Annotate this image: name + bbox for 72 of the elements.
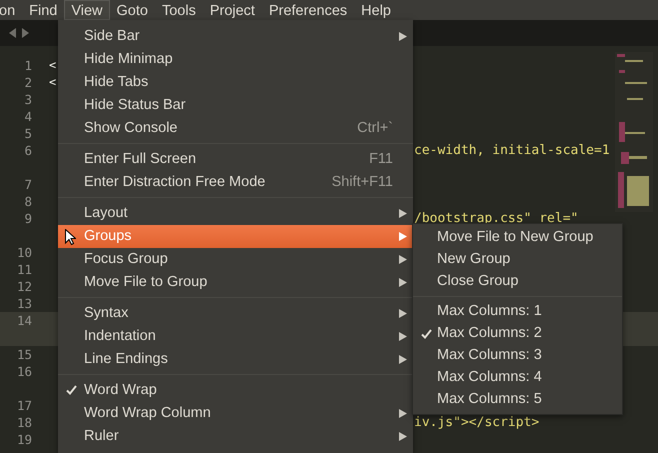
submenu-arrow-icon [399,278,407,287]
submenu-arrow-icon [399,255,407,264]
line-number: 2 [23,74,33,91]
submenu-arrow-icon [399,432,407,441]
line-number: 12 [16,278,33,295]
menu-item[interactable]: Hide Tabs [58,71,413,94]
shortcut-text: Shift+F11 [332,172,393,192]
menu-bar-item[interactable]: Preferences [262,0,354,20]
menu-bar-item[interactable]: Project [202,0,262,20]
line-number: 5 [23,125,33,142]
line-number: 19 [16,431,33,448]
menu-item[interactable]: Move File to Group [58,271,413,294]
menu-item[interactable]: Line Endings [58,348,413,371]
menu-item[interactable]: Close Group [413,271,622,293]
line-number: 11 [16,261,33,278]
menu-bar-item[interactable]: Help [354,0,398,20]
line-number: 8 [23,193,33,210]
menu-item[interactable]: Max Columns: 3 [413,345,622,367]
back-arrow-icon[interactable] [9,28,17,38]
menu-item[interactable]: Max Columns: 2 [413,323,622,345]
code-text: ce-width, initial-scale=1 [414,142,610,159]
menu-bar-item[interactable]: View [64,0,110,20]
code-text: /bootstrap.css" rel=" [414,210,578,227]
menu-item[interactable]: Max Columns: 5 [413,389,622,411]
menu-item[interactable]: Show Console Ctrl+` [58,117,413,140]
mouse-pointer-icon [65,229,76,245]
submenu-arrow-icon [399,355,407,364]
submenu-arrow-icon [399,209,407,218]
menu-item[interactable]: Max Columns: 1 [413,301,622,323]
menu-item[interactable]: Syntax [58,302,413,325]
line-number: 6 [23,142,33,159]
line-number: 4 [23,108,33,125]
menu-item[interactable]: Layout [58,202,413,225]
forward-arrow-icon[interactable] [21,28,29,38]
shortcut-text: Ctrl+` [357,118,393,138]
line-number: 3 [23,91,33,108]
menu-item[interactable]: Enter Distraction Free Mode Shift+F11 [58,171,413,194]
submenu-arrow-icon [399,232,407,241]
line-number: 16 [16,363,33,380]
checkmark-icon [66,385,77,395]
menu-bar-item[interactable]: Find [22,0,64,20]
submenu-arrow-icon [399,32,407,41]
menu-item[interactable]: Hide Minimap [58,48,413,71]
menu-item[interactable]: New Group [413,249,622,271]
menu-item[interactable]: Word Wrap [58,379,413,402]
line-number: 10 [16,244,33,261]
menu-item[interactable]: Indentation [58,325,413,348]
code-text: < [49,74,56,91]
checkmark-icon [421,329,432,339]
menu-bar-item[interactable]: Tools [154,0,203,20]
shortcut-text: F11 [369,150,393,169]
menu-item[interactable]: Focus Group [58,248,413,271]
submenu-arrow-icon [399,332,407,341]
line-number: 18 [16,414,33,431]
menu-item[interactable]: Enter Full Screen F11 [58,148,413,171]
submenu-arrow-icon [399,309,407,318]
menu-item[interactable]: Word Wrap Column [58,402,413,425]
line-number: 17 [16,397,33,414]
menu-item[interactable]: Ruler [58,425,413,448]
menu-item[interactable]: Max Columns: 4 [413,367,622,389]
line-number: 7 [23,176,33,193]
line-number: 13 [16,295,33,312]
code-text: < [49,57,56,74]
line-number: 9 [23,210,33,227]
menu-item[interactable]: Move File to New Group [413,227,622,249]
menu-bar-item[interactable]: Goto [110,0,155,20]
submenu-arrow-icon [399,409,407,418]
menu-item[interactable]: Hide Status Bar [58,94,413,117]
code-text: iv.js"></script> [414,414,540,431]
line-number: 15 [16,346,33,363]
line-number: 14 [16,312,33,329]
line-number: 1 [23,57,33,74]
